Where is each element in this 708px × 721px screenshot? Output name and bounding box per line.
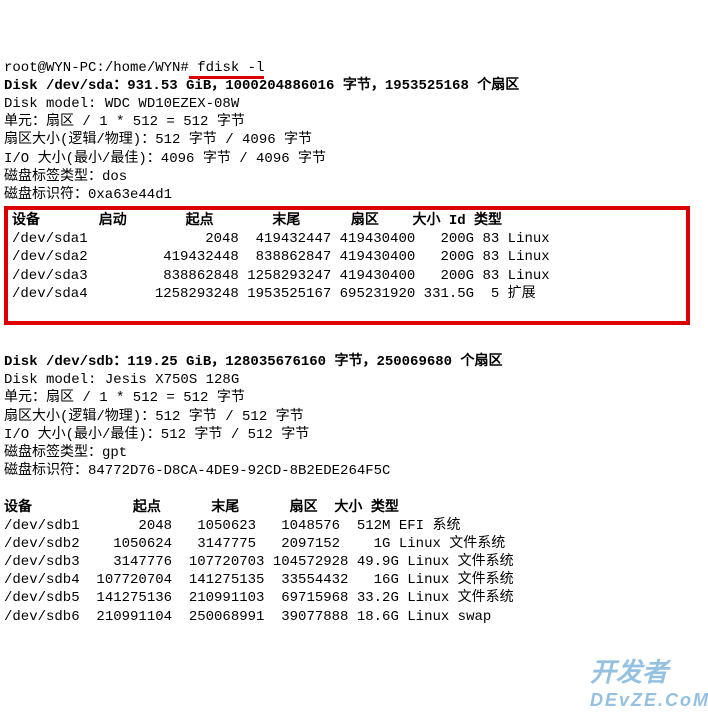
table-row: /dev/sdb4 107720704 141275135 33554432 1… bbox=[4, 572, 514, 588]
disk-sdb-labeltype: 磁盘标签类型：gpt bbox=[4, 445, 127, 461]
disk-sda-header: Disk /dev/sda：931.53 GiB，1000204886016 字… bbox=[4, 78, 519, 94]
disk-sdb-unit: 单元：扇区 / 1 * 512 = 512 字节 bbox=[4, 390, 245, 406]
disk-sdb-io: I/O 大小(最小/最佳)：512 字节 / 512 字节 bbox=[4, 427, 309, 443]
sdb-table-header: 设备 起点 末尾 扇区 大小 类型 bbox=[4, 500, 399, 516]
watermark: 开发者 DEvZE.CoM bbox=[590, 656, 708, 713]
disk-sda-ident: 磁盘标识符：0xa63e44d1 bbox=[4, 187, 172, 203]
disk-sda-io: I/O 大小(最小/最佳)：4096 字节 / 4096 字节 bbox=[4, 151, 326, 167]
command-input[interactable]: fdisk -l bbox=[189, 60, 265, 79]
disk-sda-sector: 扇区大小(逻辑/物理)：512 字节 / 4096 字节 bbox=[4, 132, 312, 148]
table-row: /dev/sdb1 2048 1050623 1048576 512M EFI … bbox=[4, 518, 460, 534]
disk-sda-unit: 单元：扇区 / 1 * 512 = 512 字节 bbox=[4, 114, 245, 130]
disk-sdb-header: Disk /dev/sdb：119.25 GiB，128035676160 字节… bbox=[4, 354, 502, 370]
disk-sda-labeltype: 磁盘标签类型：dos bbox=[4, 169, 127, 185]
disk-sda-model: Disk model: WDC WD10EZEX-08W bbox=[4, 96, 239, 112]
disk-sdb-ident: 磁盘标识符：84772D76-D8CA-4DE9-92CD-8B2EDE264F… bbox=[4, 463, 390, 479]
shell-prompt: root@WYN-PC:/home/WYN# bbox=[4, 60, 189, 76]
table-row: /dev/sdb5 141275136 210991103 69715968 3… bbox=[4, 590, 514, 606]
disk-sdb-model: Disk model: Jesis X750S 128G bbox=[4, 372, 239, 388]
table-row: /dev/sda1 2048 419432447 419430400 200G … bbox=[12, 231, 550, 247]
table-row: /dev/sda4 1258293248 1953525167 69523192… bbox=[12, 286, 536, 302]
disk-sdb-sector: 扇区大小(逻辑/物理)：512 字节 / 512 字节 bbox=[4, 409, 304, 425]
table-row: /dev/sdb3 3147776 107720703 104572928 49… bbox=[4, 554, 514, 570]
watermark-top: 开发者 bbox=[590, 657, 668, 687]
table-row: /dev/sda2 419432448 838862847 419430400 … bbox=[12, 249, 550, 265]
sda-table-header: 设备 启动 起点 末尾 扇区 大小 Id 类型 bbox=[12, 213, 502, 229]
watermark-bottom: DEvZE.CoM bbox=[590, 689, 708, 712]
table-row: /dev/sda3 838862848 1258293247 419430400… bbox=[12, 268, 550, 284]
table-row: /dev/sdb2 1050624 3147775 2097152 1G Lin… bbox=[4, 536, 505, 552]
highlight-box: 设备 启动 起点 末尾 扇区 大小 Id 类型 /dev/sda1 2048 4… bbox=[4, 206, 690, 325]
